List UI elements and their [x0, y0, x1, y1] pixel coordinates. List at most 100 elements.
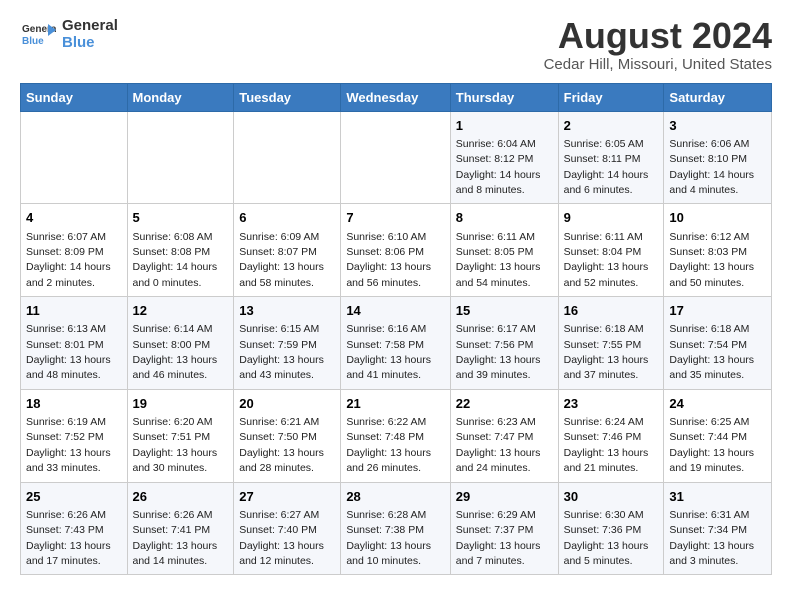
- day-number: 30: [564, 488, 659, 506]
- calendar-cell: 8 Sunrise: 6:11 AM Sunset: 8:05 PM Daylig…: [450, 204, 558, 297]
- header-day-saturday: Saturday: [664, 83, 772, 111]
- day-info: Sunrise: 6:31 AM Sunset: 7:34 PM Dayligh…: [669, 509, 754, 567]
- day-info: Sunrise: 6:04 AM Sunset: 8:12 PM Dayligh…: [456, 138, 541, 196]
- day-info: Sunrise: 6:12 AM Sunset: 8:03 PM Dayligh…: [669, 231, 754, 289]
- day-info: Sunrise: 6:07 AM Sunset: 8:09 PM Dayligh…: [26, 231, 111, 289]
- page-title: August 2024: [544, 16, 772, 56]
- day-number: 21: [346, 395, 444, 413]
- day-number: 16: [564, 302, 659, 320]
- day-number: 3: [669, 117, 766, 135]
- day-info: Sunrise: 6:19 AM Sunset: 7:52 PM Dayligh…: [26, 416, 111, 474]
- day-number: 8: [456, 209, 553, 227]
- header-day-friday: Friday: [558, 83, 664, 111]
- calendar-cell: 9 Sunrise: 6:11 AM Sunset: 8:04 PM Daylig…: [558, 204, 664, 297]
- day-info: Sunrise: 6:26 AM Sunset: 7:43 PM Dayligh…: [26, 509, 111, 567]
- day-number: 14: [346, 302, 444, 320]
- day-number: 7: [346, 209, 444, 227]
- day-number: 29: [456, 488, 553, 506]
- day-number: 6: [239, 209, 335, 227]
- day-info: Sunrise: 6:15 AM Sunset: 7:59 PM Dayligh…: [239, 323, 324, 381]
- day-info: Sunrise: 6:14 AM Sunset: 8:00 PM Dayligh…: [133, 323, 218, 381]
- day-number: 2: [564, 117, 659, 135]
- day-info: Sunrise: 6:22 AM Sunset: 7:48 PM Dayligh…: [346, 416, 431, 474]
- calendar-cell: 11Sunrise: 6:13 AM Sunset: 8:01 PM Dayli…: [21, 297, 128, 390]
- day-number: 9: [564, 209, 659, 227]
- day-info: Sunrise: 6:06 AM Sunset: 8:10 PM Dayligh…: [669, 138, 754, 196]
- day-number: 25: [26, 488, 122, 506]
- calendar-cell: 29 Sunrise: 6:29 AM Sunset: 7:37 PM Dayli…: [450, 482, 558, 575]
- day-info: Sunrise: 6:13 AM Sunset: 8:01 PM Dayligh…: [26, 323, 111, 381]
- calendar-week-row: 11Sunrise: 6:13 AM Sunset: 8:01 PM Dayli…: [21, 297, 772, 390]
- header-day-sunday: Sunday: [21, 83, 128, 111]
- calendar-cell: 22Sunrise: 6:23 AM Sunset: 7:47 PM Dayli…: [450, 389, 558, 482]
- calendar-week-row: 18 Sunrise: 6:19 AM Sunset: 7:52 PM Dayli…: [21, 389, 772, 482]
- calendar-week-row: 1 Sunrise: 6:04 AM Sunset: 8:12 PM Daylig…: [21, 111, 772, 204]
- day-number: 10: [669, 209, 766, 227]
- day-number: 24: [669, 395, 766, 413]
- logo: General Blue General Blue: [20, 16, 118, 52]
- calendar-cell: 10 Sunrise: 6:12 AM Sunset: 8:03 PM Dayli…: [664, 204, 772, 297]
- day-info: Sunrise: 6:27 AM Sunset: 7:40 PM Dayligh…: [239, 509, 324, 567]
- day-info: Sunrise: 6:18 AM Sunset: 7:55 PM Dayligh…: [564, 323, 649, 381]
- calendar-cell: 12 Sunrise: 6:14 AM Sunset: 8:00 PM Dayli…: [127, 297, 234, 390]
- day-info: Sunrise: 6:25 AM Sunset: 7:44 PM Dayligh…: [669, 416, 754, 474]
- calendar-week-row: 4Sunrise: 6:07 AM Sunset: 8:09 PM Daylig…: [21, 204, 772, 297]
- calendar-cell: 25 Sunrise: 6:26 AM Sunset: 7:43 PM Dayli…: [21, 482, 128, 575]
- day-info: Sunrise: 6:16 AM Sunset: 7:58 PM Dayligh…: [346, 323, 431, 381]
- day-info: Sunrise: 6:30 AM Sunset: 7:36 PM Dayligh…: [564, 509, 649, 567]
- calendar-cell: [21, 111, 128, 204]
- calendar-cell: 31 Sunrise: 6:31 AM Sunset: 7:34 PM Dayli…: [664, 482, 772, 575]
- day-number: 19: [133, 395, 229, 413]
- calendar-cell: 7Sunrise: 6:10 AM Sunset: 8:06 PM Daylig…: [341, 204, 450, 297]
- logo-icon: General Blue: [20, 16, 56, 52]
- header: General Blue General Blue August 2024 Ce…: [20, 16, 772, 73]
- calendar-cell: 24 Sunrise: 6:25 AM Sunset: 7:44 PM Dayli…: [664, 389, 772, 482]
- day-number: 23: [564, 395, 659, 413]
- calendar-cell: 21 Sunrise: 6:22 AM Sunset: 7:48 PM Dayli…: [341, 389, 450, 482]
- header-day-wednesday: Wednesday: [341, 83, 450, 111]
- title-area: August 2024 Cedar Hill, Missouri, United…: [544, 16, 772, 73]
- day-number: 18: [26, 395, 122, 413]
- day-info: Sunrise: 6:05 AM Sunset: 8:11 PM Dayligh…: [564, 138, 649, 196]
- day-number: 27: [239, 488, 335, 506]
- svg-text:Blue: Blue: [22, 36, 44, 47]
- calendar-cell: 1 Sunrise: 6:04 AM Sunset: 8:12 PM Daylig…: [450, 111, 558, 204]
- day-info: Sunrise: 6:23 AM Sunset: 7:47 PM Dayligh…: [456, 416, 541, 474]
- day-info: Sunrise: 6:24 AM Sunset: 7:46 PM Dayligh…: [564, 416, 649, 474]
- calendar-cell: 14 Sunrise: 6:16 AM Sunset: 7:58 PM Dayli…: [341, 297, 450, 390]
- calendar-cell: 13 Sunrise: 6:15 AM Sunset: 7:59 PM Dayli…: [234, 297, 341, 390]
- day-number: 17: [669, 302, 766, 320]
- day-info: Sunrise: 6:08 AM Sunset: 8:08 PM Dayligh…: [133, 231, 218, 289]
- calendar-cell: 26 Sunrise: 6:26 AM Sunset: 7:41 PM Dayli…: [127, 482, 234, 575]
- calendar-cell: 15Sunrise: 6:17 AM Sunset: 7:56 PM Dayli…: [450, 297, 558, 390]
- calendar-cell: 27 Sunrise: 6:27 AM Sunset: 7:40 PM Dayli…: [234, 482, 341, 575]
- calendar-cell: [341, 111, 450, 204]
- day-info: Sunrise: 6:11 AM Sunset: 8:04 PM Dayligh…: [564, 231, 649, 289]
- day-number: 15: [456, 302, 553, 320]
- day-number: 26: [133, 488, 229, 506]
- logo-text-line1: General: [62, 17, 118, 34]
- calendar-cell: 20Sunrise: 6:21 AM Sunset: 7:50 PM Dayli…: [234, 389, 341, 482]
- calendar-table: SundayMondayTuesdayWednesdayThursdayFrid…: [20, 83, 772, 576]
- calendar-cell: 3 Sunrise: 6:06 AM Sunset: 8:10 PM Daylig…: [664, 111, 772, 204]
- calendar-cell: 6Sunrise: 6:09 AM Sunset: 8:07 PM Daylig…: [234, 204, 341, 297]
- calendar-cell: 23 Sunrise: 6:24 AM Sunset: 7:46 PM Dayli…: [558, 389, 664, 482]
- calendar-cell: 5Sunrise: 6:08 AM Sunset: 8:08 PM Daylig…: [127, 204, 234, 297]
- day-number: 12: [133, 302, 229, 320]
- day-info: Sunrise: 6:29 AM Sunset: 7:37 PM Dayligh…: [456, 509, 541, 567]
- day-number: 1: [456, 117, 553, 135]
- calendar-cell: 18 Sunrise: 6:19 AM Sunset: 7:52 PM Dayli…: [21, 389, 128, 482]
- day-info: Sunrise: 6:26 AM Sunset: 7:41 PM Dayligh…: [133, 509, 218, 567]
- day-number: 31: [669, 488, 766, 506]
- calendar-cell: [127, 111, 234, 204]
- calendar-week-row: 25 Sunrise: 6:26 AM Sunset: 7:43 PM Dayli…: [21, 482, 772, 575]
- day-info: Sunrise: 6:20 AM Sunset: 7:51 PM Dayligh…: [133, 416, 218, 474]
- day-number: 13: [239, 302, 335, 320]
- day-number: 20: [239, 395, 335, 413]
- calendar-cell: 16 Sunrise: 6:18 AM Sunset: 7:55 PM Dayli…: [558, 297, 664, 390]
- calendar-cell: [234, 111, 341, 204]
- day-info: Sunrise: 6:11 AM Sunset: 8:05 PM Dayligh…: [456, 231, 541, 289]
- logo-text-line2: Blue: [62, 34, 118, 51]
- calendar-cell: 19 Sunrise: 6:20 AM Sunset: 7:51 PM Dayli…: [127, 389, 234, 482]
- calendar-cell: 2 Sunrise: 6:05 AM Sunset: 8:11 PM Daylig…: [558, 111, 664, 204]
